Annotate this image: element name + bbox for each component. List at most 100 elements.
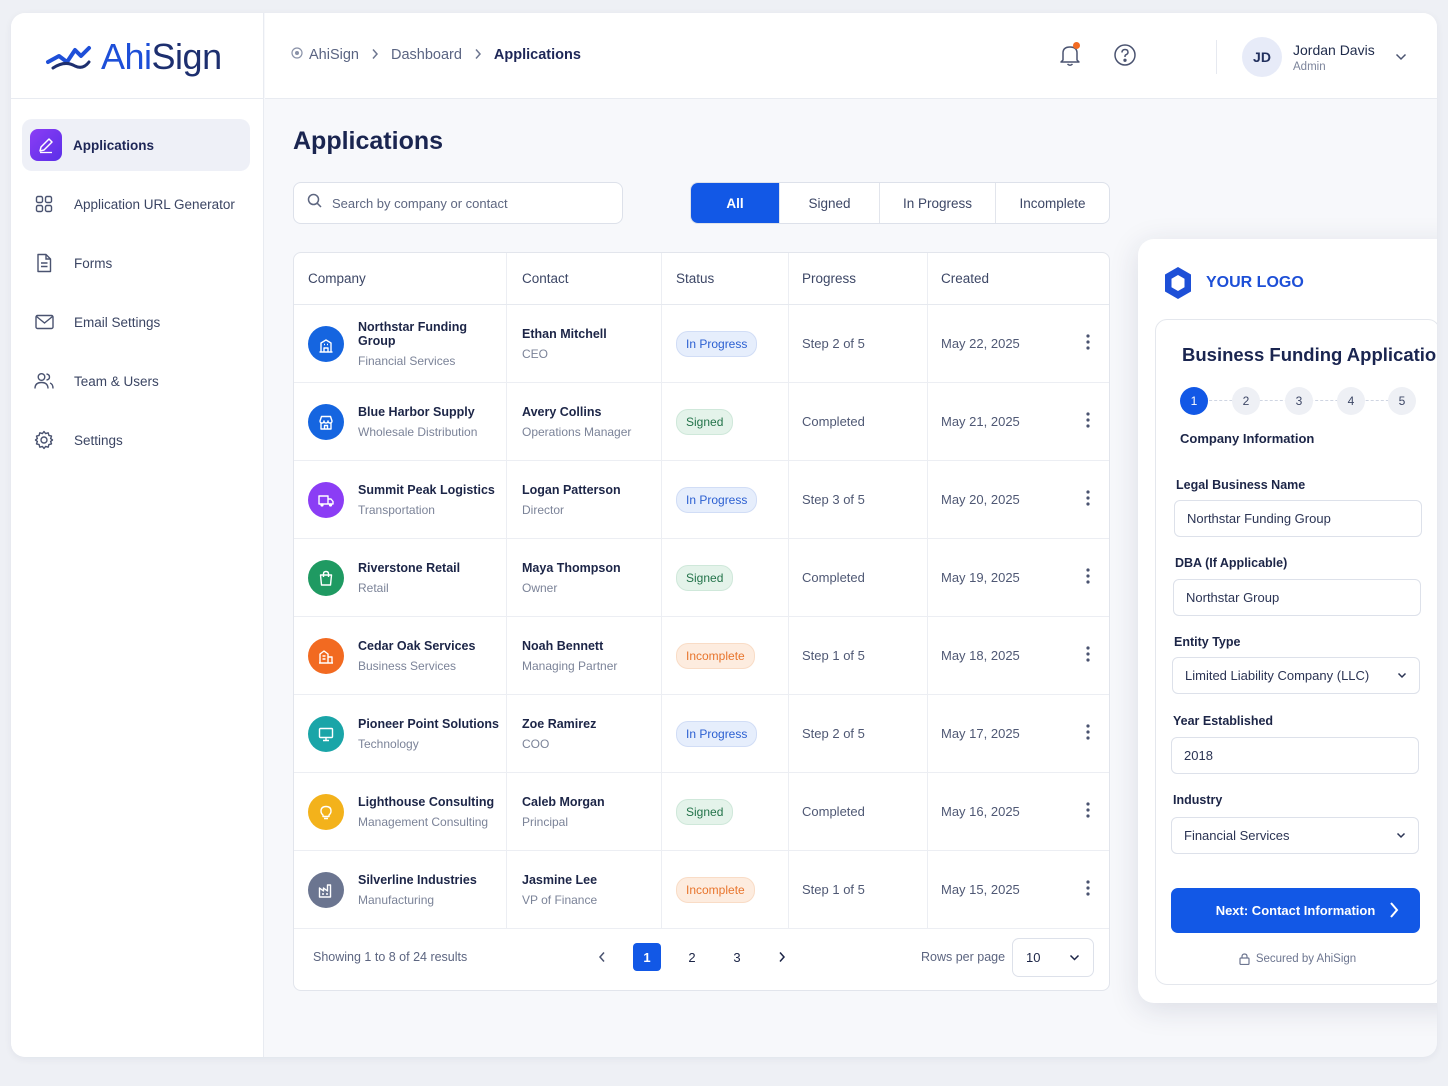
search-input[interactable] xyxy=(332,195,602,211)
company-name[interactable]: Summit Peak Logistics xyxy=(358,483,495,497)
industry-value: Financial Services xyxy=(1184,828,1290,843)
table-row[interactable]: Northstar Funding Group Financial Service… xyxy=(294,305,1109,383)
year-established-field[interactable]: 2018 xyxy=(1171,737,1419,774)
step-label: Company Information xyxy=(1180,431,1315,446)
table-row[interactable]: Blue Harbor Supply Wholesale Distribution… xyxy=(294,383,1109,461)
page-button-3[interactable]: 3 xyxy=(723,943,751,971)
filter-tab-in-progress[interactable]: In Progress xyxy=(879,183,995,223)
company-cell: Pioneer Point Solutions Technology xyxy=(294,695,507,772)
more-vertical-icon[interactable] xyxy=(1086,646,1090,665)
table-row[interactable]: Lighthouse Consulting Management Consulti… xyxy=(294,773,1109,851)
page-button-2[interactable]: 2 xyxy=(678,943,706,971)
table-row[interactable]: Silverline Industries Manufacturing Jasmin… xyxy=(294,851,1109,929)
entity-type-select[interactable]: Limited Liability Company (LLC) xyxy=(1172,657,1420,694)
column-header-company[interactable]: Company xyxy=(294,253,507,304)
more-vertical-icon[interactable] xyxy=(1086,412,1090,431)
avatar: JD xyxy=(1242,37,1282,77)
created-cell: May 18, 2025 xyxy=(928,617,1068,694)
secured-text: Secured by AhiSign xyxy=(1255,953,1357,965)
column-header-contact[interactable]: Contact xyxy=(507,253,662,304)
company-name[interactable]: Pioneer Point Solutions xyxy=(358,717,499,731)
column-header-status[interactable]: Status xyxy=(662,253,789,304)
legal-name-field[interactable]: Northstar Funding Group xyxy=(1174,500,1422,537)
contact-cell: Maya Thompson Owner xyxy=(507,539,662,616)
company-name[interactable]: Northstar Funding Group xyxy=(358,320,506,348)
more-vertical-icon[interactable] xyxy=(1086,880,1090,899)
dba-field[interactable]: Northstar Group xyxy=(1173,579,1421,616)
next-contact-information-button[interactable]: Next: Contact Information xyxy=(1171,888,1420,933)
sidebar-item-settings[interactable]: Settings xyxy=(22,414,250,466)
step-1[interactable]: 1 xyxy=(1180,387,1208,415)
more-vertical-icon[interactable] xyxy=(1086,724,1090,743)
company-name[interactable]: Riverstone Retail xyxy=(358,561,460,575)
more-vertical-icon[interactable] xyxy=(1086,568,1090,587)
created-date: May 16, 2025 xyxy=(941,804,1020,819)
sidebar-item-url-generator[interactable]: Application URL Generator xyxy=(22,178,250,230)
progress-text: Step 3 of 5 xyxy=(802,492,865,507)
prev-page-button[interactable] xyxy=(588,943,616,971)
step-2[interactable]: 2 xyxy=(1232,387,1260,415)
brand-logo[interactable]: AhiSign xyxy=(45,35,222,79)
filter-tab-signed[interactable]: Signed xyxy=(779,183,879,223)
legal-name-value: Northstar Funding Group xyxy=(1187,511,1331,526)
logo-text: YOUR LOGO xyxy=(1206,274,1304,291)
company-name[interactable]: Silverline Industries xyxy=(358,873,477,887)
company-name[interactable]: Blue Harbor Supply xyxy=(358,405,477,419)
user-menu[interactable]: JD Jordan Davis Admin xyxy=(1242,37,1407,77)
table-row[interactable]: Summit Peak Logistics Transportation Logan… xyxy=(294,461,1109,539)
home-dot-icon xyxy=(291,47,303,63)
sidebar-item-applications[interactable]: Applications xyxy=(22,119,250,171)
status-badge: Incomplete xyxy=(676,876,755,903)
sidebar-item-forms[interactable]: Forms xyxy=(22,237,250,289)
filter-tab-all[interactable]: All xyxy=(691,183,779,223)
sidebar-item-email-settings[interactable]: Email Settings xyxy=(22,296,250,348)
breadcrumb-item-home[interactable]: AhiSign xyxy=(309,47,359,63)
help-icon[interactable] xyxy=(1113,43,1137,72)
chevron-right-icon xyxy=(1390,902,1399,918)
contact-name: Noah Bennett xyxy=(522,638,604,653)
brand-mark-icon xyxy=(46,46,91,70)
rows-per-page-select[interactable]: 10 xyxy=(1012,937,1094,977)
breadcrumb-item-dashboard[interactable]: Dashboard xyxy=(391,47,462,63)
page-button-1[interactable]: 1 xyxy=(633,943,661,971)
step-3[interactable]: 3 xyxy=(1285,387,1313,415)
search-box[interactable] xyxy=(293,182,623,224)
company-name[interactable]: Cedar Oak Services xyxy=(358,639,475,653)
sidebar-item-team-users[interactable]: Team & Users xyxy=(22,355,250,407)
contact-role: Director xyxy=(522,502,565,517)
filter-tab-incomplete[interactable]: Incomplete xyxy=(995,183,1109,223)
created-cell: May 19, 2025 xyxy=(928,539,1068,616)
status-badge: Signed xyxy=(676,564,734,591)
row-actions xyxy=(1068,617,1108,694)
step-5[interactable]: 5 xyxy=(1388,387,1416,415)
more-vertical-icon[interactable] xyxy=(1086,490,1090,509)
brand-name: AhiSign xyxy=(101,36,222,78)
status-cell: Signed xyxy=(662,539,789,616)
company-name[interactable]: Lighthouse Consulting xyxy=(358,795,494,809)
row-actions xyxy=(1068,851,1108,928)
table-row[interactable]: Pioneer Point Solutions Technology Zoe Ram… xyxy=(294,695,1109,773)
table-row[interactable]: Riverstone Retail Retail Maya Thompson Owne… xyxy=(294,539,1109,617)
store-icon xyxy=(308,403,344,440)
contact-name: Ethan Mitchell xyxy=(522,326,607,341)
next-page-button[interactable] xyxy=(768,943,796,971)
table-row[interactable]: Cedar Oak Services Business Services Noah … xyxy=(294,617,1109,695)
column-header-progress[interactable]: Progress xyxy=(789,253,928,304)
form-panel: Business Funding Application 1 2 3 4 5 C… xyxy=(1155,319,1437,985)
step-4[interactable]: 4 xyxy=(1337,387,1365,415)
created-cell: May 22, 2025 xyxy=(928,305,1068,382)
status-cell: Incomplete xyxy=(662,851,789,928)
company-industry: Technology xyxy=(358,736,419,751)
column-header-created[interactable]: Created xyxy=(928,253,1068,304)
status-cell: Signed xyxy=(662,773,789,850)
form-title: Business Funding Application xyxy=(1182,344,1437,365)
monitor-icon xyxy=(308,715,344,752)
company-industry: Transportation xyxy=(358,502,435,517)
status-cell: In Progress xyxy=(662,305,789,382)
app-window: AhiSign Applications Application URL Gen… xyxy=(11,13,1437,1057)
more-vertical-icon[interactable] xyxy=(1086,334,1090,353)
more-vertical-icon[interactable] xyxy=(1086,802,1090,821)
industry-select[interactable]: Financial Services xyxy=(1171,817,1419,854)
chevron-down-icon xyxy=(1396,832,1406,839)
bell-icon[interactable] xyxy=(1059,42,1081,72)
